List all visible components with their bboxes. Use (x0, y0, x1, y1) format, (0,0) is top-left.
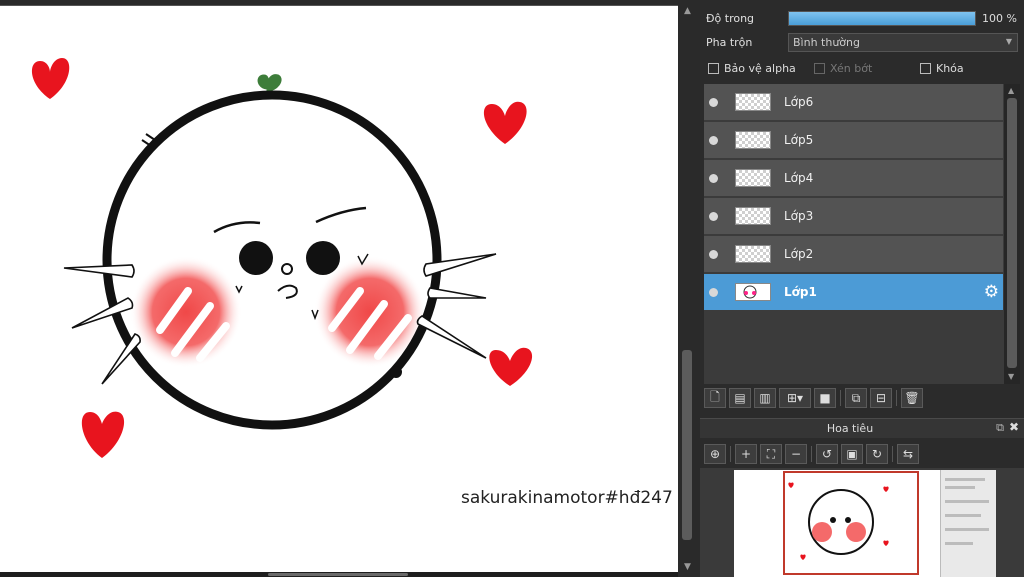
visibility-eye-icon[interactable] (709, 136, 718, 145)
zoom-fit-icon[interactable]: ⊕ (704, 444, 726, 464)
visibility-eye-icon[interactable] (709, 250, 718, 259)
layer-thumbnail (735, 131, 771, 149)
chevron-down-icon: ▼ (1005, 37, 1012, 46)
layer-name: Lớp3 (784, 209, 814, 223)
reset-view-icon[interactable]: ▣ (841, 444, 863, 464)
fit-screen-icon[interactable]: ⛶ (760, 444, 782, 464)
eye-right (306, 241, 340, 275)
gear-icon[interactable]: ⚙ (984, 282, 999, 302)
blend-label: Pha trộn (706, 36, 753, 49)
close-icon[interactable]: ✖ (1009, 420, 1019, 434)
visibility-eye-icon[interactable] (709, 212, 718, 221)
layer-name: Lớp4 (784, 171, 814, 185)
navigator-preview[interactable] (700, 468, 1024, 577)
toolbar-divider (896, 390, 897, 406)
new-1bit-layer-icon[interactable]: ▥ (754, 388, 776, 408)
layer-name: Lớp2 (784, 247, 814, 261)
duplicate-layer-icon[interactable]: ⧉ (845, 388, 867, 408)
canvas-horizontal-scrollbar[interactable] (0, 572, 680, 577)
navigator-mini-panel (940, 470, 996, 577)
layer-thumbnail (735, 169, 771, 187)
clip-checkbox[interactable]: Xén bớt (814, 62, 872, 75)
layer-row[interactable]: Lớp6 (704, 84, 1003, 121)
zoom-out-icon[interactable]: − (785, 444, 807, 464)
visibility-eye-icon[interactable] (709, 288, 718, 297)
folder-icon[interactable]: ■ (814, 388, 836, 408)
toolbar-divider (840, 390, 841, 406)
layer-thumbnail (735, 245, 771, 263)
visibility-eye-icon[interactable] (709, 174, 718, 183)
new-halftone-layer-icon[interactable]: ▤ (729, 388, 751, 408)
blend-mode-value: Bình thường (793, 36, 860, 49)
scroll-thumb[interactable] (1007, 98, 1017, 368)
drawing-canvas[interactable]: sakurakinamotor#hđ247 (0, 6, 678, 572)
blend-mode-select[interactable]: Bình thường ▼ (788, 33, 1018, 52)
layer-row[interactable]: Lớp2 (704, 236, 1003, 273)
heart-top-right (483, 101, 527, 144)
alpha-protect-checkbox[interactable]: Bảo vệ alpha (708, 62, 796, 75)
artist-signature: sakurakinamotor#hđ247 (461, 488, 673, 508)
layer-thumbnail (735, 283, 771, 301)
scroll-down-icon[interactable]: ▼ (684, 562, 691, 572)
zoom-in-icon[interactable]: + (735, 444, 757, 464)
add-layer-dropdown-icon[interactable]: ⊞▾ (779, 388, 811, 408)
lock-label: Khóa (936, 62, 964, 75)
rotate-right-icon[interactable]: ↻ (866, 444, 888, 464)
navigator-toolbar: ⊕ + ⛶ − ↺ ▣ ↻ ⇆ (704, 442, 919, 466)
layer-row-active[interactable]: Lớp1 ⚙ (704, 274, 1003, 311)
layer-row[interactable]: Lớp3 (704, 198, 1003, 235)
layer-name: Lớp5 (784, 133, 814, 147)
opacity-label: Độ trong (706, 12, 755, 25)
opacity-value: 100 % (982, 12, 1017, 25)
layer-thumbnail (735, 207, 771, 225)
layer-name: Lớp1 (784, 285, 817, 299)
layer-toolbar: 🗋 ▤ ▥ ⊞▾ ■ ⧉ ⊟ 🗑 (704, 386, 1020, 410)
popout-icon[interactable]: ⧉ (996, 421, 1004, 435)
visibility-eye-icon[interactable] (709, 98, 718, 107)
rotate-left-icon[interactable]: ↺ (816, 444, 838, 464)
merge-down-icon[interactable]: ⊟ (870, 388, 892, 408)
trash-icon[interactable]: 🗑 (901, 388, 923, 408)
toolbar-divider (730, 446, 731, 462)
navigator-header: Hoa tiêu ⧉ ✖ (700, 418, 1024, 438)
canvas-area: sakurakinamotor#hđ247 (0, 0, 680, 577)
opacity-slider[interactable] (788, 11, 976, 26)
lock-checkbox[interactable]: Khóa (920, 62, 964, 75)
canvas-vertical-scrollbar[interactable]: ▲ ▼ (678, 0, 700, 577)
heart-bottom-left (81, 411, 125, 458)
navigator-title: Hoa tiêu (826, 422, 874, 435)
layer-row[interactable]: Lớp5 (704, 122, 1003, 159)
eye-left (239, 241, 273, 275)
blush-left (130, 256, 242, 368)
clip-label: Xén bớt (830, 62, 873, 75)
navigator-view-frame[interactable] (783, 471, 919, 575)
new-layer-icon[interactable]: 🗋 (704, 388, 726, 408)
layer-thumbnail (735, 93, 771, 111)
layer-name: Lớp6 (784, 95, 814, 109)
scroll-down-icon[interactable]: ▼ (1008, 372, 1014, 381)
flip-horizontal-icon[interactable]: ⇆ (897, 444, 919, 464)
scroll-up-icon[interactable]: ▲ (684, 6, 691, 16)
scroll-up-icon[interactable]: ▲ (1008, 86, 1014, 95)
layer-panel: Độ trong 100 % Pha trộn Bình thường ▼ Bả… (700, 0, 1024, 577)
opacity-fill (789, 12, 975, 25)
scroll-thumb[interactable] (682, 350, 692, 540)
toolbar-divider (892, 446, 893, 462)
layer-row[interactable]: Lớp4 (704, 160, 1003, 197)
layer-list: Lớp6 Lớp5 Lớp4 Lớp3 Lớp2 Lớp1 ⚙ (704, 84, 1004, 384)
layer-list-scrollbar[interactable]: ▲ ▼ (1004, 84, 1020, 384)
alpha-protect-label: Bảo vệ alpha (724, 62, 796, 75)
heart-top-left (31, 58, 70, 99)
toolbar-divider (811, 446, 812, 462)
app-window: sakurakinamotor#hđ247 ▲ ▼ Độ trong 100 %… (0, 0, 1024, 577)
heart-right (489, 347, 533, 386)
